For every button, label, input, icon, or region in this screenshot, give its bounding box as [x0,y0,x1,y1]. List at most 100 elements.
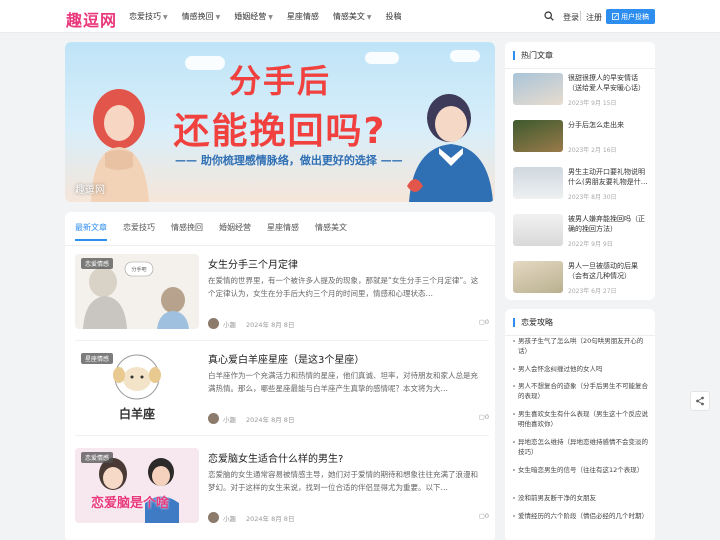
list-item: 男生主动开口要礼物说明什么(男朋友要礼物是什… 2023年 8月 30日 [513,167,653,207]
nav-item-recover[interactable]: 情感挽回 ▼ [182,11,221,22]
list-item[interactable]: 男人不想复合的迹象（分手后男生不可能复合的表现） [513,381,651,401]
comment-count[interactable]: ▢0 [479,413,489,421]
hot-date: 2023年 6月 27日 [568,288,617,295]
hot-date: 2023年 9月 15日 [568,100,617,107]
author-name[interactable]: 小趣 [223,414,236,424]
hot-title[interactable]: 男生主动开口要礼物说明什么(男朋友要礼物是什… [568,167,651,187]
post-title[interactable]: 真心爱白羊座星座（是这3个星座） [208,351,364,366]
post-thumbnail[interactable]: 恋爱情感 恋爱脑是个啥 [75,448,199,523]
divider [580,11,581,21]
category-badge[interactable]: 恋爱情感 [81,452,114,463]
post-excerpt: 恋爱脑的女生通常容易被情感主导，她们对于爱情的期待和想象往往充满了浪漫和梦幻。对… [208,470,478,492]
banner-caption: 趣逗网 [75,185,105,196]
list-item[interactable]: 女生暗恋男生的信号（往往有这12个表现） [513,465,651,475]
list-item: 很甜很撩人的早安情话（送给爱人早安暖心话） 2023年 9月 15日 [513,73,653,113]
post-date: 2024年 8月 8日 [246,320,295,329]
thumbnail-caption: 恋爱脑是个啥 [91,496,170,511]
post-meta: 小趣 2024年 8月 8日 [208,413,294,424]
hot-thumbnail[interactable] [513,167,563,199]
edit-icon [612,13,619,20]
hot-title[interactable]: 男人一旦被感动的后果（会有这几种情况） [568,261,651,281]
hot-title[interactable]: 很甜很撩人的早安情话（送给爱人早安暖心话） [568,73,651,93]
banner-subtitle: —— 助你梳理感情脉络，做出更好的选择 —— [175,154,403,167]
share-icon [696,396,704,406]
chevron-down-icon: ▼ [215,14,221,21]
love-guide-widget: 恋爱攻略 男孩子生气了怎么哄（20句哄男朋友开心的话） 男人会怀念纠缠过他的女人… [505,309,655,540]
category-badge[interactable]: 星座情感 [81,353,114,364]
login-link[interactable]: 登录 [563,12,579,23]
svg-text:分手吧: 分手吧 [131,266,146,273]
list-item: 分手后怎么走出来 2023年 2月 16日 [513,120,653,160]
nav-item-zodiac[interactable]: 星座情感 [287,11,319,22]
nav-item-love-tips[interactable]: 恋爱技巧 ▼ [129,11,168,22]
chevron-down-icon: ▼ [366,14,372,21]
nav-item-essays[interactable]: 情感美文 ▼ [333,11,372,22]
post-date: 2024年 8月 8日 [246,415,295,424]
list-item: 男人一旦被感动的后果（会有这几种情况） 2023年 6月 27日 [513,261,653,301]
comment-count[interactable]: ▢0 [479,318,489,326]
share-button[interactable] [690,391,710,411]
hot-date: 2023年 8月 30日 [568,194,617,201]
article-list-card: 最新文章 恋爱技巧 情感挽回 婚姻经营 星座情感 情感美文 分手吧 恋爱情感 女… [65,212,495,540]
register-link[interactable]: 注册 [586,12,602,23]
list-item: 星座情感 白羊座 真心爱白羊座星座（是这3个星座） 白羊座作为一个充满活力和热情… [75,349,489,437]
hot-title[interactable]: 被男人嫌弃能挽回吗（正确的挽回方法） [568,214,651,234]
tab-latest[interactable]: 最新文章 [75,222,107,241]
tab-love-tips[interactable]: 恋爱技巧 [123,222,155,241]
comment-count[interactable]: ▢0 [479,512,489,520]
hot-thumbnail[interactable] [513,261,563,293]
chevron-down-icon: ▼ [163,14,168,21]
post-date: 2024年 8月 8日 [246,514,295,523]
list-item[interactable]: 爱情经历的六个阶段（情侣必经的几个时期） [513,511,651,521]
hot-thumbnail[interactable] [513,120,563,152]
post-title[interactable]: 女生分手三个月定律 [208,256,298,271]
category-badge[interactable]: 恋爱情感 [81,258,114,269]
author-name[interactable]: 小趣 [223,513,236,523]
site-logo[interactable]: 趣逗网 [66,7,117,31]
chevron-down-icon: ▼ [268,14,273,21]
user-post-button[interactable]: 用户投稿 [606,9,655,24]
avatar[interactable] [208,512,219,523]
avatar[interactable] [208,413,219,424]
post-excerpt: 在爱情的世界里，有一个被许多人提及的现象，那就是“女生分手三个月定律”。这个定律… [208,276,479,298]
hot-articles-widget: 热门文章 很甜很撩人的早安情话（送给爱人早安暖心话） 2023年 9月 15日 … [505,42,655,300]
widget-title: 恋爱攻略 [513,318,553,327]
main-nav: 恋爱技巧 ▼ 情感挽回 ▼ 婚姻经营 ▼ 星座情感 情感美文 ▼ 投稿 [129,11,416,22]
tab-zodiac[interactable]: 星座情感 [267,222,299,241]
hot-thumbnail[interactable] [513,73,563,105]
list-item: 恋爱情感 恋爱脑是个啥 恋爱脑女生适合什么样的男生? 恋爱脑的女生通常容易被情感… [75,448,489,536]
tab-recover[interactable]: 情感挽回 [171,222,203,241]
search-icon[interactable] [544,11,554,21]
hot-title[interactable]: 分手后怎么走出来 [568,120,651,140]
banner-headline-1: 分手后 [228,62,331,100]
list-item[interactable]: 男孩子生气了怎么哄（20句哄男朋友开心的话） [513,336,651,356]
list-item: 被男人嫌弃能挽回吗（正确的挽回方法） 2022年 9月 9日 [513,214,653,254]
list-item[interactable]: 男人会怀念纠缠过他的女人吗 [513,364,651,374]
post-thumbnail[interactable]: 分手吧 恋爱情感 [75,254,199,329]
divider [75,340,489,341]
post-title[interactable]: 恋爱脑女生适合什么样的男生? [208,450,343,465]
avatar[interactable] [208,318,219,329]
tab-marriage[interactable]: 婚姻经营 [219,222,251,241]
hero-banner[interactable]: 分手后 还能挽回吗? —— 助你梳理感情脉络，做出更好的选择 —— 趣逗网 [65,42,495,202]
category-tabs: 最新文章 恋爱技巧 情感挽回 婚姻经营 星座情感 情感美文 [75,222,363,241]
site-header: 趣逗网 恋爱技巧 ▼ 情感挽回 ▼ 婚姻经营 ▼ 星座情感 情感美文 ▼ 投稿 登录 注… [0,0,720,33]
list-item[interactable]: 异地恋怎么维持（异地恋维持感情不会变淡的技巧） [513,437,651,457]
nav-item-marriage[interactable]: 婚姻经营 ▼ [234,11,273,22]
list-item[interactable]: 男生喜欢女生有什么表现（男生这十个反应说明他喜欢你） [513,409,651,429]
thumbnail-caption: 白羊座 [119,407,156,421]
post-meta: 小趣 2024年 8月 8日 [208,318,294,329]
list-item: 分手吧 恋爱情感 女生分手三个月定律 在爱情的世界里，有一个被许多人提及的现象，… [75,254,489,342]
hot-thumbnail[interactable] [513,214,563,246]
divider [75,435,489,436]
nav-item-submit[interactable]: 投稿 [386,11,402,22]
list-item[interactable]: 没和前男友断干净的女朋友 [513,493,651,503]
post-excerpt: 白羊座作为一个充满活力和热情的星座，他们真诚、坦率，对待朋友和家人总是充满热情。… [208,371,478,393]
hot-date: 2023年 2月 16日 [568,147,617,154]
author-name[interactable]: 小趣 [223,319,236,329]
tab-essays[interactable]: 情感美文 [315,222,347,241]
hot-date: 2022年 9月 9日 [568,241,613,248]
divider [65,245,495,246]
banner-headline-2: 还能挽回吗? [173,111,387,152]
post-thumbnail[interactable]: 星座情感 白羊座 [75,349,199,424]
